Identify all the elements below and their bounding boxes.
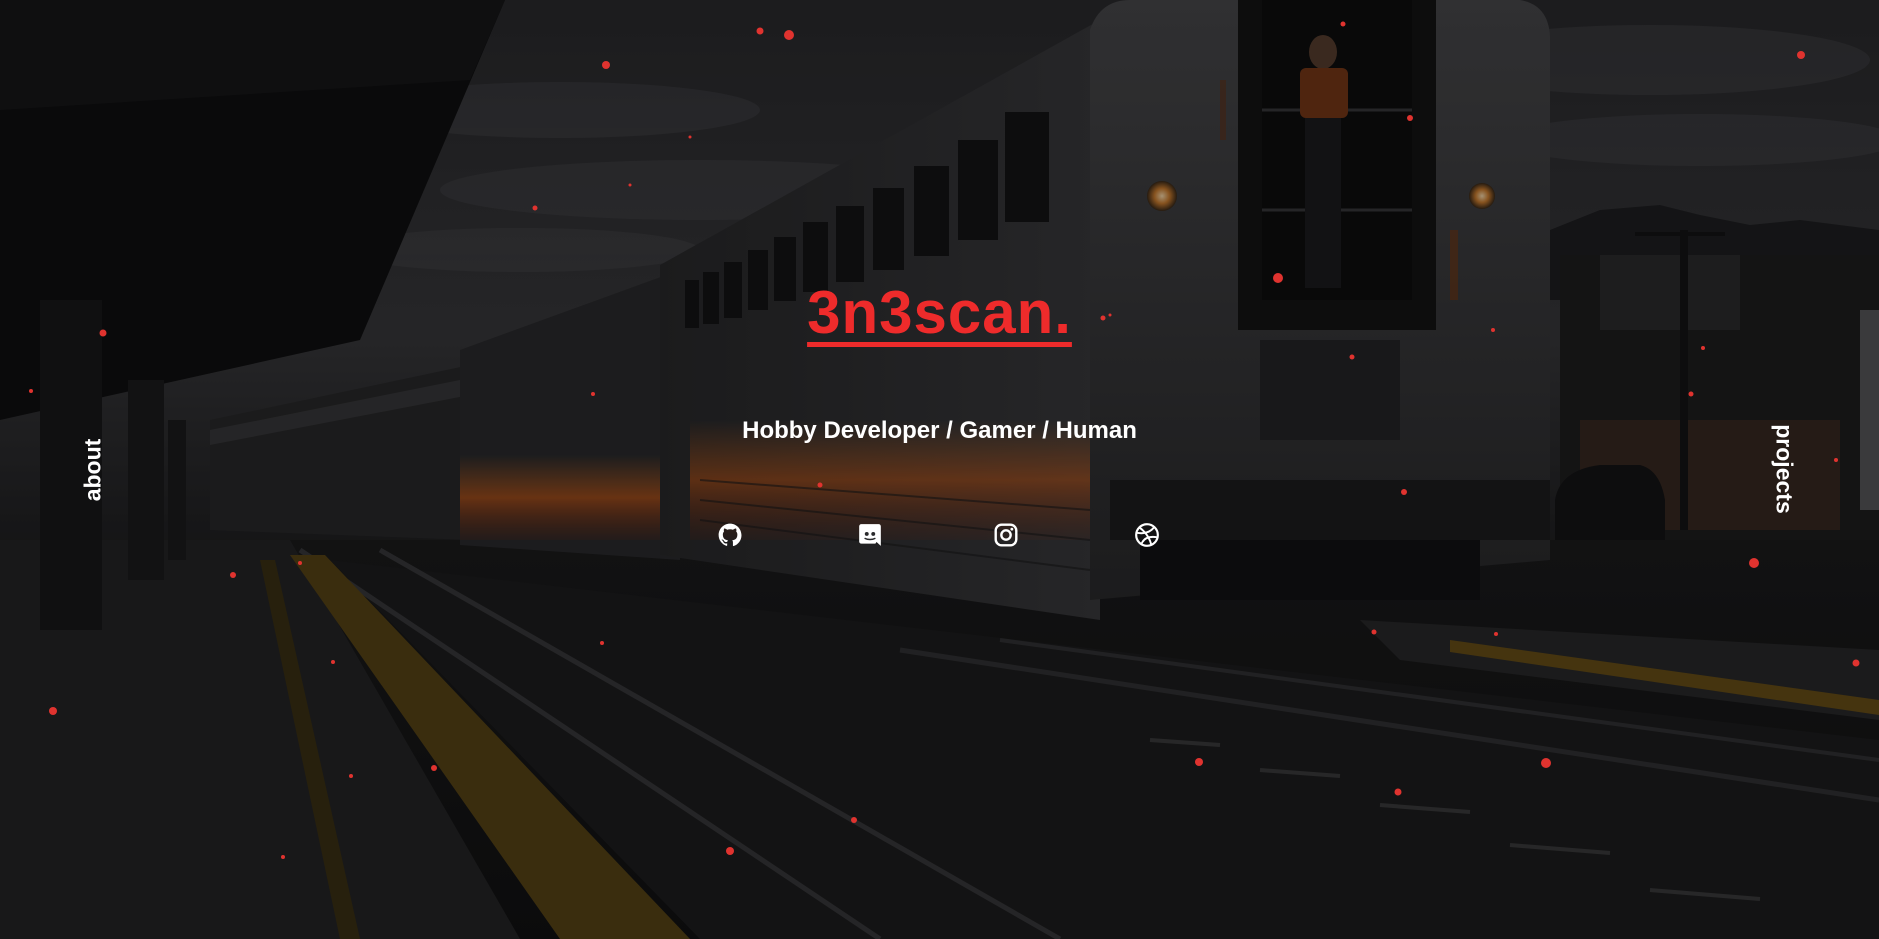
nav-about[interactable]: about <box>80 439 107 502</box>
site-brand: 3n3scan. <box>0 278 1879 347</box>
brand-link[interactable]: 3n3scan. <box>807 279 1072 346</box>
instagram-icon <box>994 523 1018 547</box>
landing-page: 3n3scan. Hobby Developer / Gamer / Human <box>0 0 1879 939</box>
github-icon <box>718 523 742 547</box>
background-photo <box>0 0 1879 939</box>
github-link[interactable] <box>717 522 743 548</box>
tagline: Hobby Developer / Gamer / Human <box>742 417 1137 444</box>
discord-link[interactable] <box>857 522 883 548</box>
instagram-link[interactable] <box>993 522 1019 548</box>
nav-projects[interactable]: projects <box>1771 424 1798 513</box>
dribbble-link[interactable] <box>1134 522 1160 548</box>
dribbble-icon <box>1135 523 1159 547</box>
discord-icon <box>859 524 881 546</box>
